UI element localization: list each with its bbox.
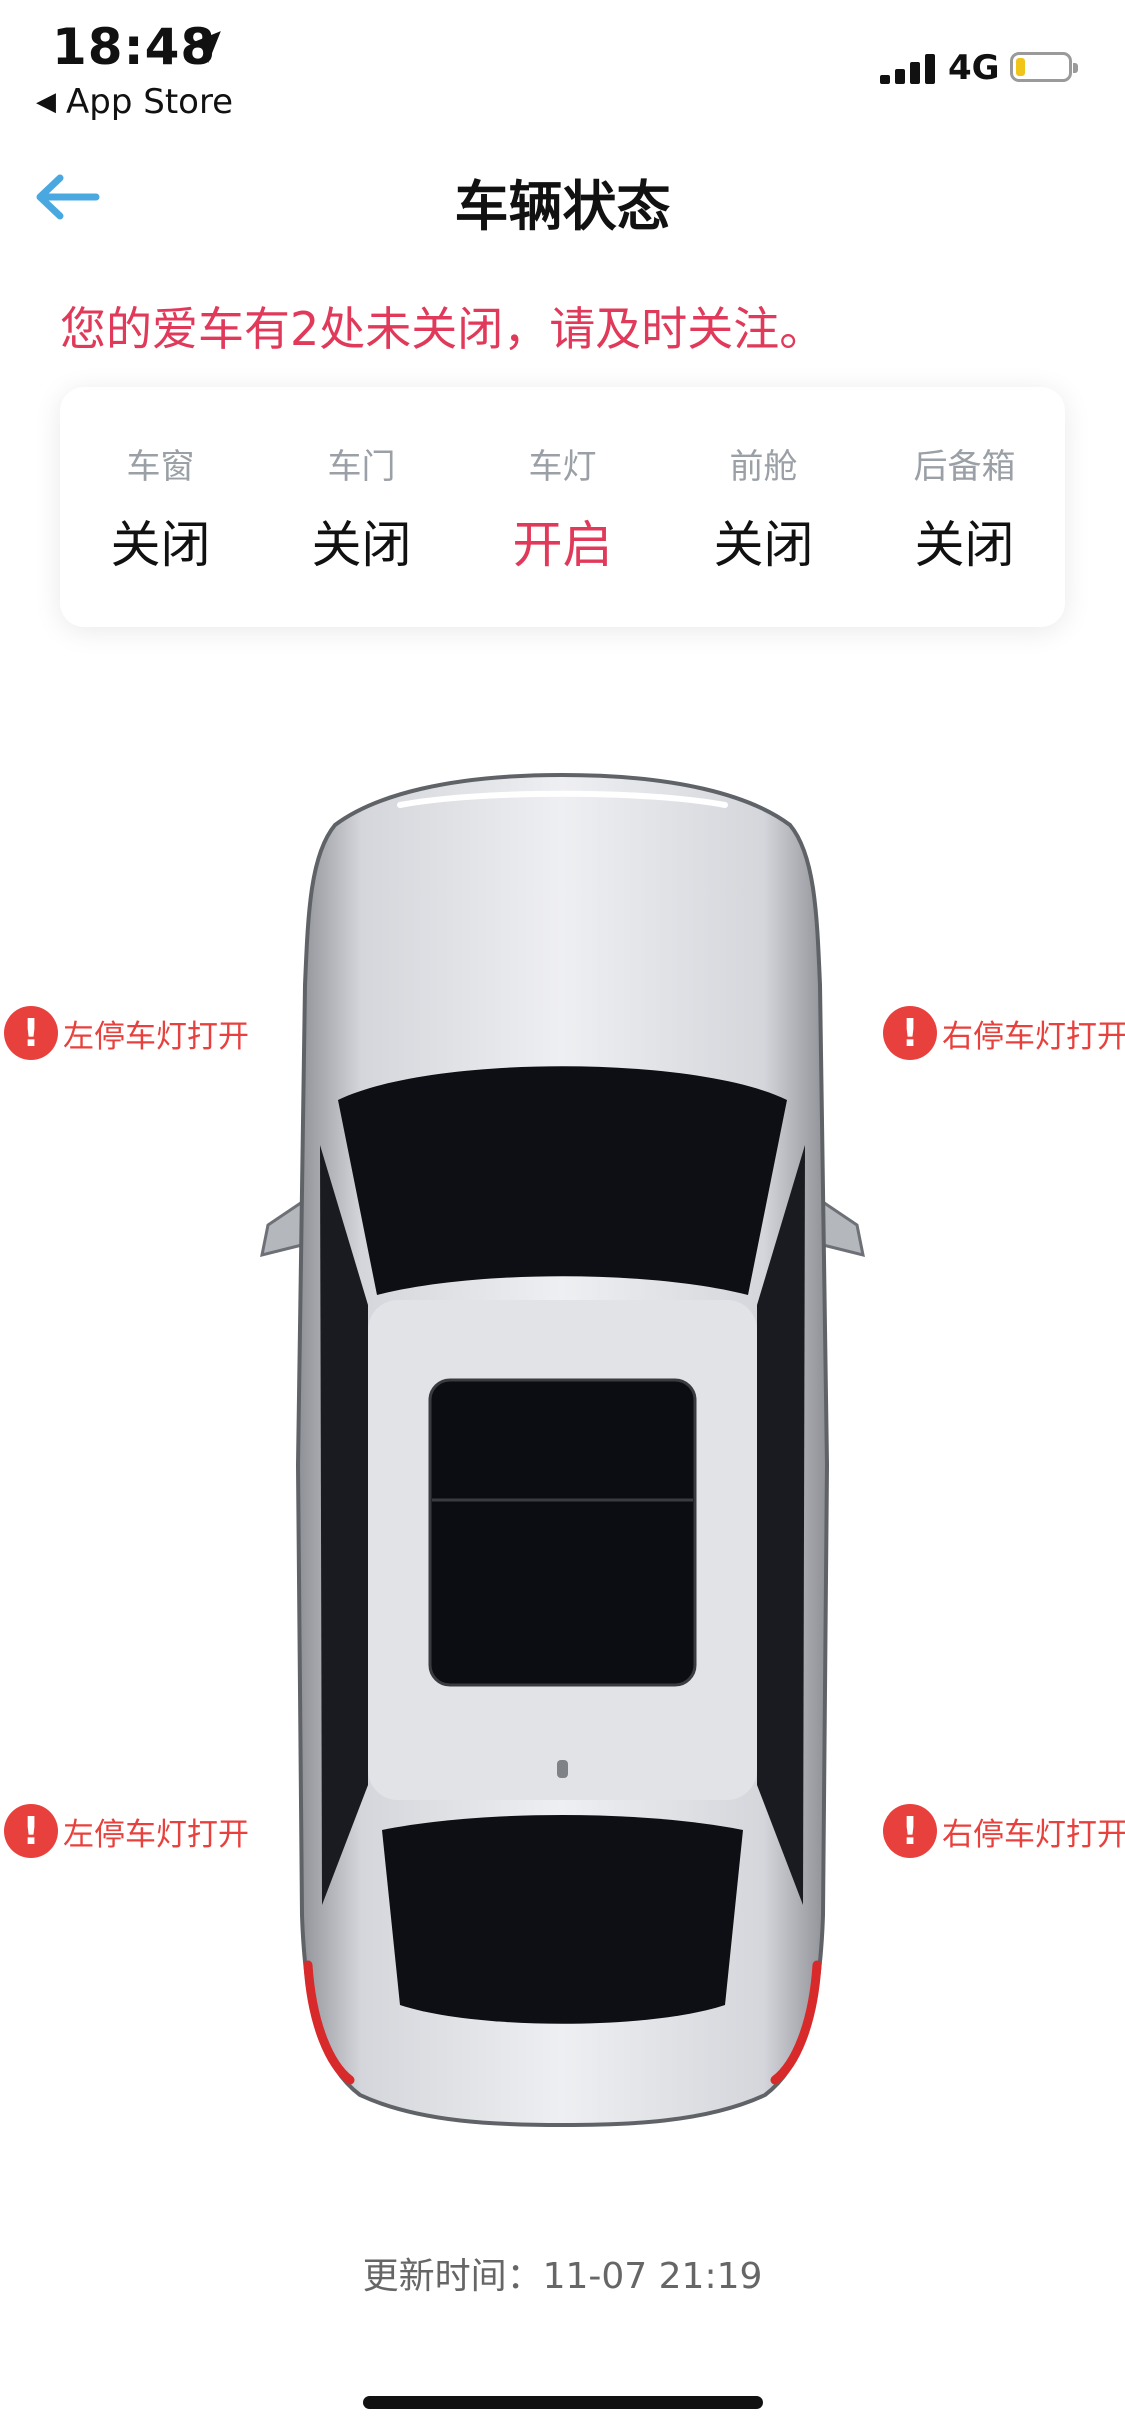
car-top-view-image bbox=[260, 772, 865, 2128]
warning-front-right: ! 右停车灯打开 bbox=[883, 1005, 1125, 1061]
status-item-label: 前舱 bbox=[729, 447, 798, 487]
alert-message: 您的爱车有2处未关闭，请及时关注。 bbox=[60, 302, 826, 356]
warning-text: 左停车灯打开 bbox=[63, 1816, 249, 1853]
warning-icon: ! bbox=[883, 1006, 937, 1060]
back-to-app-store[interactable]: ◀ App Store bbox=[36, 82, 233, 122]
status-item-value: 关闭 bbox=[713, 516, 814, 574]
warning-rear-right: ! 右停车灯打开 bbox=[883, 1803, 1125, 1859]
status-item-label: 车窗 bbox=[126, 447, 195, 487]
location-arrow-icon bbox=[189, 31, 221, 63]
warning-rear-left: ! 左停车灯打开 bbox=[4, 1803, 249, 1859]
signal-icon bbox=[880, 54, 936, 84]
update-time: 更新时间：11-07 21:19 bbox=[362, 2256, 763, 2297]
warning-text: 右停车灯打开 bbox=[942, 1816, 1125, 1853]
network-type: 4G bbox=[948, 48, 1000, 88]
battery-low-icon bbox=[1010, 52, 1078, 82]
status-item-value: 关闭 bbox=[110, 516, 211, 574]
page-title: 车辆状态 bbox=[454, 175, 671, 238]
warning-icon: ! bbox=[4, 1006, 58, 1060]
back-app-label: App Store bbox=[66, 82, 234, 122]
warning-front-left: ! 左停车灯打开 bbox=[4, 1005, 249, 1061]
status-item-value: 关闭 bbox=[311, 516, 412, 574]
warning-text: 左停车灯打开 bbox=[63, 1018, 249, 1055]
status-item-label: 后备箱 bbox=[913, 447, 1016, 487]
status-card: 车窗 关闭 车门 关闭 车灯 开启 前舱 关闭 后备箱 关闭 bbox=[60, 387, 1065, 627]
warning-icon: ! bbox=[4, 1804, 58, 1858]
status-item-label: 车门 bbox=[327, 447, 396, 487]
back-triangle-icon: ◀ bbox=[36, 87, 56, 117]
warning-text: 右停车灯打开 bbox=[942, 1018, 1125, 1055]
status-item-value: 开启 bbox=[512, 516, 613, 574]
home-indicator[interactable] bbox=[363, 2396, 763, 2409]
status-item-label: 车灯 bbox=[528, 447, 597, 487]
warning-icon: ! bbox=[883, 1804, 937, 1858]
status-item-value: 关闭 bbox=[914, 516, 1015, 574]
